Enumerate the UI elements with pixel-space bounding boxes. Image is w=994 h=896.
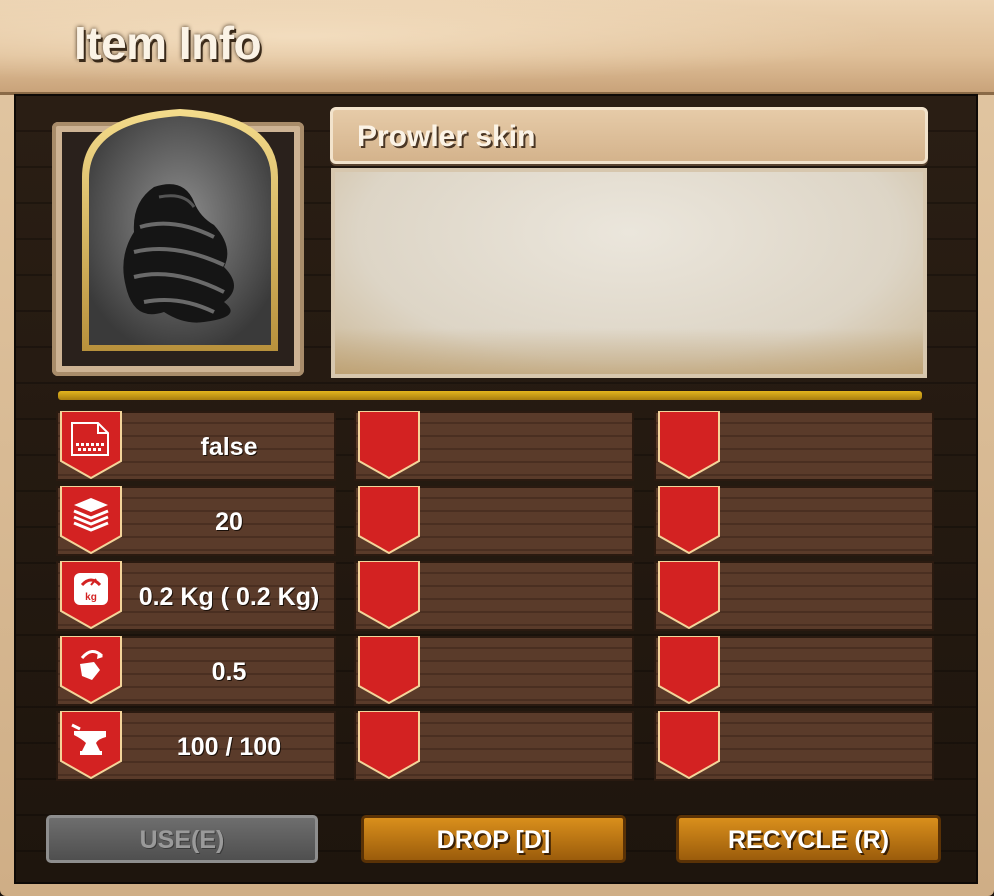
stat-row: 100 / 100 xyxy=(56,711,336,781)
recycle-button[interactable]: RECYCLE (R) xyxy=(676,815,941,863)
empty-stat-slot xyxy=(654,486,934,556)
stat-row: 0.5 xyxy=(56,636,336,706)
stat-row: 20 xyxy=(56,486,336,556)
stat-value: 0.2 Kg ( 0.2 Kg) xyxy=(138,583,320,611)
empty-stat-slot xyxy=(354,636,634,706)
blueprint-icon xyxy=(71,422,109,456)
drop-button[interactable]: DROP [D] xyxy=(361,815,626,863)
window-title: Item Info xyxy=(74,17,262,69)
item-description-panel xyxy=(331,168,927,378)
item-portrait xyxy=(82,109,278,351)
empty-stat-slot xyxy=(654,561,934,631)
empty-stat-slot xyxy=(354,411,634,481)
stat-value: 0.5 xyxy=(211,658,247,686)
stats-column-2 xyxy=(354,411,634,786)
anvil-icon xyxy=(71,723,106,755)
empty-stat-slot xyxy=(354,711,634,781)
empty-stat-slot xyxy=(354,486,634,556)
empty-stat-slot xyxy=(654,711,934,781)
stack-icon xyxy=(73,498,109,532)
weight-scale-icon: kg xyxy=(74,573,108,605)
use-button[interactable]: USE(E) xyxy=(46,815,318,863)
stat-row: kg 0.2 Kg ( 0.2 Kg) xyxy=(56,561,336,631)
item-name: Prowler skin xyxy=(357,120,536,153)
item-name-banner: Prowler skin xyxy=(330,107,928,164)
empty-stat-slot xyxy=(654,636,934,706)
empty-stat-slot xyxy=(354,561,634,631)
stat-value: false xyxy=(200,433,258,461)
divider xyxy=(58,391,922,400)
stats-column-1: false 20 kg 0.2 Kg ( 0.2 Kg) 0.5 100 / 1… xyxy=(56,411,336,786)
stat-value: 100 / 100 xyxy=(176,733,282,761)
stat-row: false xyxy=(56,411,336,481)
decay-icon xyxy=(80,650,104,680)
stats-column-3 xyxy=(654,411,934,786)
title-bar[interactable]: Item Info xyxy=(0,0,994,95)
stat-value: 20 xyxy=(215,508,243,536)
empty-stat-slot xyxy=(654,411,934,481)
item-info-window: Item Info Prowler skin false 20 kg 0.2 K… xyxy=(0,0,994,896)
svg-text:kg: kg xyxy=(85,592,97,603)
